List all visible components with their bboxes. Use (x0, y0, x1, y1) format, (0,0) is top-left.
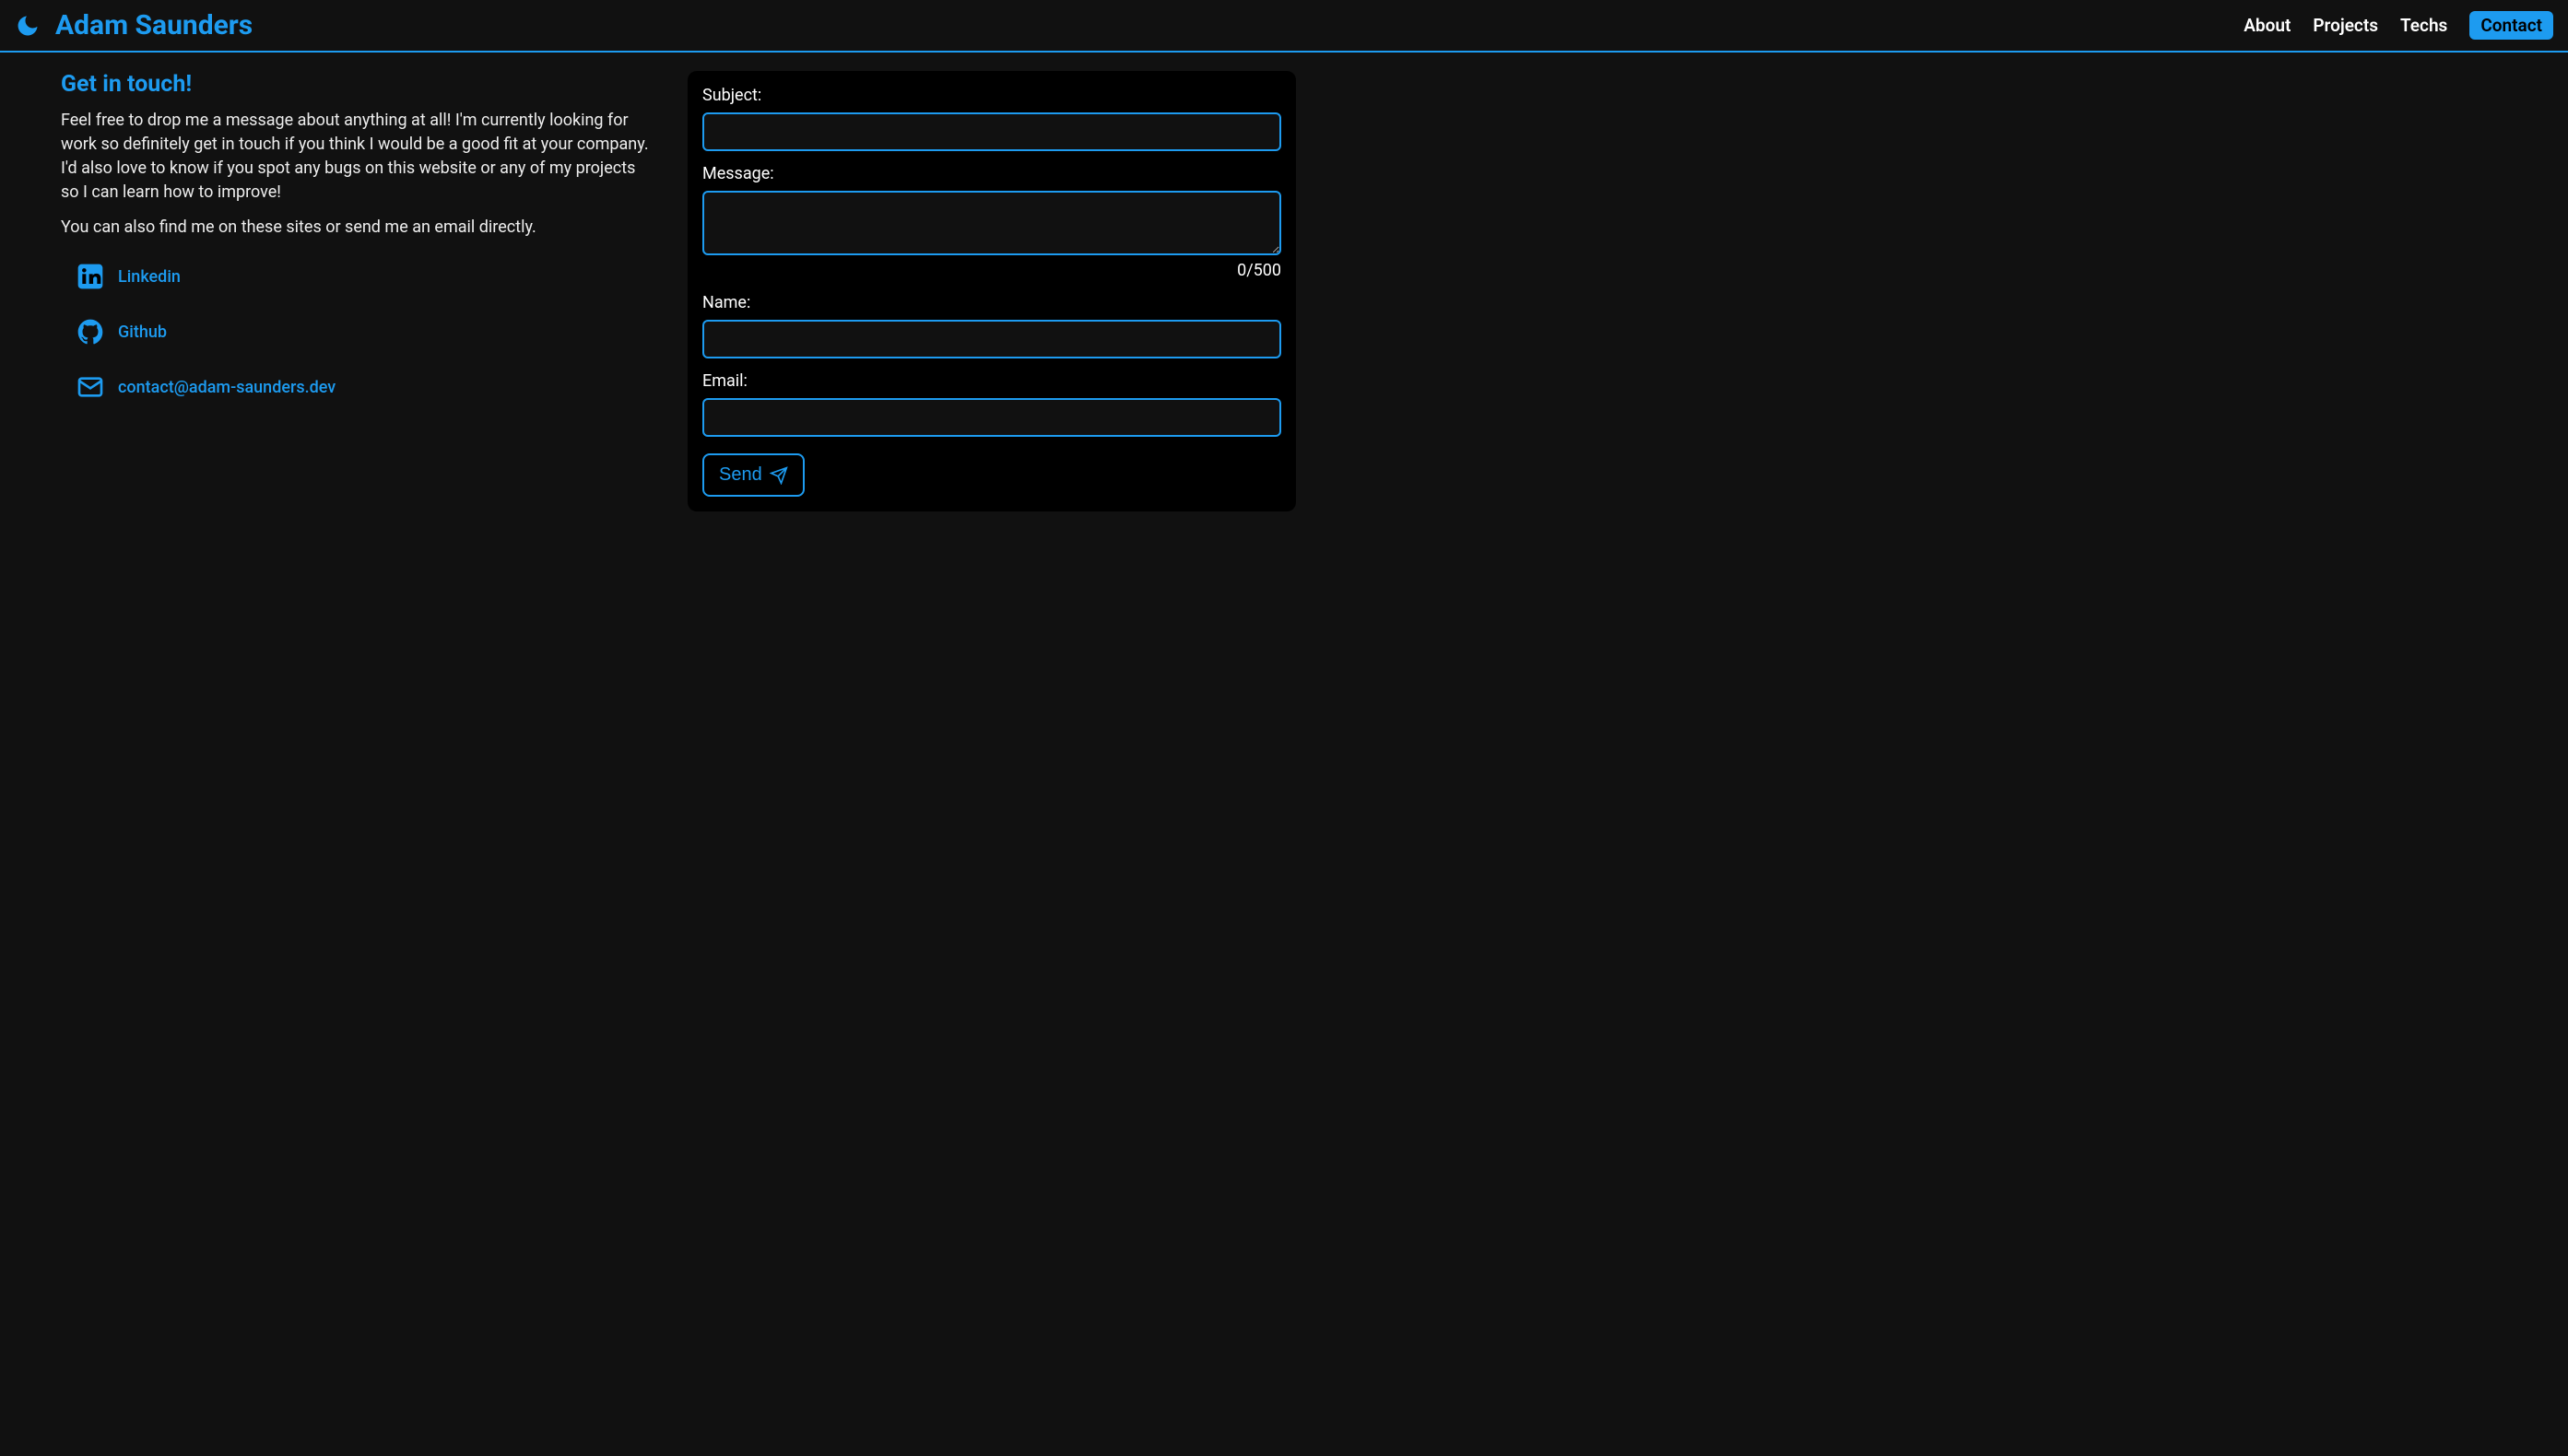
contact-form: Subject: Message: 0/500 Name: Email: Sen… (688, 71, 1296, 511)
social-links: Linkedin Github contact@adam-saunde (61, 262, 651, 402)
char-counter: 0/500 (702, 261, 1281, 280)
email-input[interactable] (702, 398, 1281, 437)
nav-contact[interactable]: Contact (2469, 11, 2553, 40)
email-group: Email: (702, 371, 1281, 437)
contact-paragraph-1: Feel free to drop me a message about any… (61, 109, 651, 205)
email-label: Email: (702, 371, 1281, 391)
name-group: Name: (702, 293, 1281, 358)
left-column: Get in touch! Feel free to drop me a mes… (61, 71, 651, 511)
send-button[interactable]: Send (702, 453, 805, 497)
subject-group: Subject: (702, 86, 1281, 151)
name-input[interactable] (702, 320, 1281, 358)
github-label: Github (118, 323, 167, 342)
right-column: Subject: Message: 0/500 Name: Email: Sen… (688, 71, 1296, 511)
main: Get in touch! Feel free to drop me a mes… (0, 53, 2568, 530)
header-left: Adam Saunders (15, 9, 253, 41)
message-textarea[interactable] (702, 191, 1281, 255)
send-icon (770, 466, 788, 485)
github-icon (76, 317, 105, 346)
message-group: Message: 0/500 (702, 164, 1281, 280)
linkedin-link[interactable]: Linkedin (76, 262, 651, 291)
send-label: Send (719, 464, 762, 486)
nav: About Projects Techs Contact (2244, 11, 2553, 40)
section-title: Get in touch! (61, 71, 651, 98)
email-label: contact@adam-saunders.dev (118, 378, 336, 397)
envelope-icon (76, 372, 105, 402)
linkedin-icon (76, 262, 105, 291)
linkedin-label: Linkedin (118, 267, 181, 287)
contact-paragraph-2: You can also find me on these sites or s… (61, 216, 651, 240)
nav-techs[interactable]: Techs (2400, 15, 2447, 36)
subject-label: Subject: (702, 86, 1281, 105)
subject-input[interactable] (702, 112, 1281, 151)
header: Adam Saunders About Projects Techs Conta… (0, 0, 2568, 53)
nav-projects[interactable]: Projects (2313, 15, 2378, 36)
github-link[interactable]: Github (76, 317, 651, 346)
email-link[interactable]: contact@adam-saunders.dev (76, 372, 651, 402)
name-label: Name: (702, 293, 1281, 312)
message-label: Message: (702, 164, 1281, 183)
site-title[interactable]: Adam Saunders (55, 9, 253, 41)
nav-about[interactable]: About (2244, 15, 2291, 36)
moon-icon[interactable] (15, 13, 41, 39)
